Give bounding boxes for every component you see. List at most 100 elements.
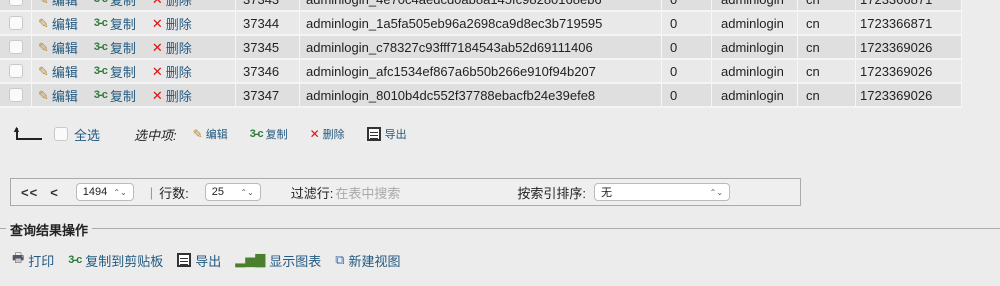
query-ops-legend: 查询结果操作 [6,220,93,239]
filter-input[interactable]: 在表中搜索 [335,183,485,202]
row-checkbox-cell [0,12,32,34]
delete-icon: ✕ [151,15,163,31]
cell-lang: cn [798,0,856,10]
select-all-link[interactable]: 全选 [74,125,100,144]
cell-user: adminlogin [712,0,798,10]
sort-select[interactable]: 无 ⌃⌄ [594,183,731,201]
table-row: ✎编辑 3-c复制 ✕删除 37343 adminlogin_4e70c4aed… [0,0,962,12]
bulk-edit-button[interactable]: ✎ 编辑 [193,126,228,142]
copy-to-clipboard-button[interactable]: 3-c 复制到剪贴板 [68,251,163,270]
cell-id: 37347 [236,84,300,106]
delete-label: 删除 [165,88,192,104]
copy-icon: 3-c [93,40,108,53]
chevron-updown-icon: ⌃⌄ [240,187,254,197]
cell-token: adminlogin_c78327c93fff7184543ab52d69111… [300,36,662,58]
print-button[interactable]: 🖶 打印 [12,249,54,271]
bulk-delete-button[interactable]: ✕ 删除 [310,126,345,142]
copy-button[interactable]: 3-c复制 [94,86,136,105]
bulk-copy-label: 复制 [265,129,288,141]
cell-token: adminlogin_8010b4dc552f37788ebacfb24e39e… [300,84,662,106]
sort-label: 按索引排序: [517,185,587,201]
select-all-checkbox[interactable] [54,127,68,141]
table-row: ✎ 编辑 3-c 复制 ✕ 删除 37344 adminlogin_1a5fa505e… [0,12,962,36]
copy-icon: 3-c [249,128,264,140]
view-icon: ⧉ [335,252,345,267]
rows-select-value: 25 [211,186,225,198]
delete-button[interactable]: ✕删除 [152,62,192,81]
first-page-button[interactable]: << [21,185,38,200]
edit-button[interactable]: ✎编辑 [38,14,78,33]
edit-button[interactable]: ✎编辑 [38,0,78,9]
delete-icon: ✕ [309,127,320,141]
table-row: ✎ 编辑 3-c 复制 ✕ 删除 37347 adminlogin_8010b4dc5… [0,84,962,108]
row-checkbox[interactable] [8,88,23,102]
edit-label: 编辑 [51,64,78,80]
copy-button[interactable]: 3-c复制 [94,62,136,81]
export-icon [366,127,381,141]
cell-user: adminlogin [712,12,798,34]
export-button[interactable]: 导出 [177,251,221,270]
display-chart-button[interactable]: ▂▅▇ 显示图表 [235,251,321,270]
copy-button[interactable]: 3-c复制 [94,0,136,9]
cell-timestamp: 1723369026 [856,36,962,58]
pencil-icon: ✎ [38,87,49,103]
delete-label: 删除 [165,0,192,8]
copy-label: 复制 [109,0,136,8]
cell-id: 37345 [236,36,300,58]
prev-page-button[interactable]: < [50,185,58,200]
pencil-icon: ✎ [38,63,49,79]
pagination-bar: << < 1494 ⌃⌄ | 行数: 25 ⌃⌄ 过滤行: 在表中搜索 按索引排… [10,178,801,206]
row-actions: ✎编辑 3-c复制 ✕删除 [32,36,236,58]
row-checkbox[interactable] [8,64,23,78]
delete-icon: ✕ [151,63,163,79]
display-chart-label: 显示图表 [269,253,322,269]
cell-id: 37346 [236,60,300,82]
row-checkbox[interactable] [8,40,23,54]
table-row: ✎ 编辑 3-c 复制 ✕ 删除 37345 adminlogin_c78327c93… [0,36,962,60]
edit-button[interactable]: ✎编辑 [38,86,78,105]
rows-select[interactable]: 25 ⌃⌄ [204,183,261,201]
chevron-updown-icon: ⌃⌄ [709,187,724,197]
row-actions: ✎编辑 3-c复制 ✕删除 [32,60,236,82]
cell-id: 37343 [236,0,300,10]
cell-status: 0 [662,36,712,58]
row-checkbox[interactable] [8,0,23,6]
row-actions: ✎编辑 3-c复制 ✕删除 [32,84,236,106]
delete-icon: ✕ [152,0,163,6]
create-view-label: 新建视图 [348,253,401,269]
copy-button[interactable]: 3-c复制 [94,38,136,57]
delete-icon: ✕ [151,87,163,103]
cell-token: adminlogin_1a5fa505eb96a2698ca9d8ec3b719… [300,12,662,34]
export-label: 导出 [195,253,222,269]
cell-status: 0 [662,12,712,34]
cell-user: adminlogin [712,84,798,106]
cell-status: 0 [662,84,712,106]
edit-button[interactable]: ✎编辑 [38,62,78,81]
edit-label: 编辑 [51,88,78,104]
delete-button[interactable]: ✕删除 [152,0,192,9]
bulk-export-button[interactable]: 导出 [366,126,407,142]
bulk-copy-button[interactable]: 3-c 复制 [250,126,288,142]
create-view-button[interactable]: ⧉ 新建视图 [335,251,400,270]
arrow-up-icon: ▲ [12,124,42,142]
delete-button[interactable]: ✕删除 [152,38,192,57]
edit-button[interactable]: ✎编辑 [38,38,78,57]
divider: | [149,184,154,200]
bar-chart-icon: ▂▅▇ [235,252,266,267]
cell-user: adminlogin [712,60,798,82]
cell-timestamp: 1723369026 [856,60,962,82]
delete-button[interactable]: ✕删除 [152,86,192,105]
query-results-operations: 查询结果操作 🖶 打印 3-c 复制到剪贴板 导出 ▂▅▇ 显示图表 ⧉ 新建视… [0,220,1000,286]
row-checkbox[interactable] [8,16,23,30]
row-actions: ✎编辑 3-c复制 ✕删除 [32,12,236,34]
edit-label: 编辑 [51,0,78,8]
copy-button[interactable]: 3-c复制 [94,14,136,33]
delete-button[interactable]: ✕删除 [152,14,192,33]
printer-icon: 🖶 [12,250,25,265]
row-actions: ✎编辑 3-c复制 ✕删除 [32,0,236,10]
copy-label: 复制 [109,16,136,32]
row-checkbox-cell [0,84,32,106]
page-select[interactable]: 1494 ⌃⌄ [75,183,134,201]
filter-label: 过滤行: [290,185,334,201]
cell-lang: cn [798,60,856,82]
